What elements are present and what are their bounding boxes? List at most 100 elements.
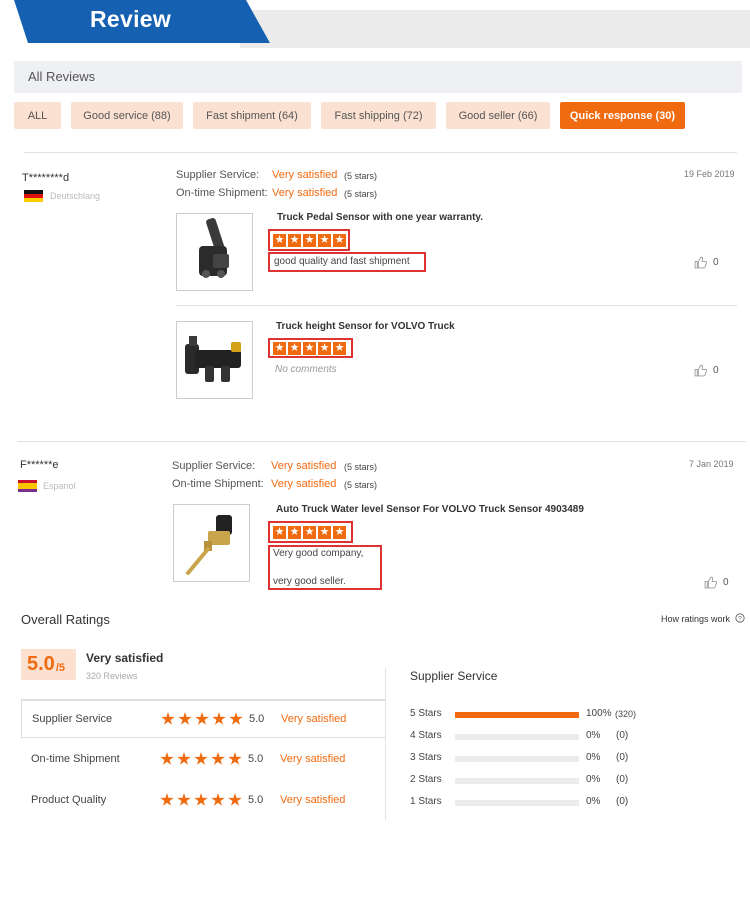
star-icon bbox=[229, 712, 243, 725]
rating-row-supplier-service: Supplier Service 5.0 Very satisfied bbox=[21, 700, 385, 738]
divider bbox=[24, 152, 737, 153]
breakdown-row-label: 2 Stars bbox=[410, 774, 442, 785]
product-title[interactable]: Auto Truck Water level Sensor For VOLVO … bbox=[276, 504, 584, 515]
like-button[interactable]: 0 bbox=[704, 576, 729, 589]
like-count: 0 bbox=[723, 577, 729, 588]
shipment-label: On-time Shipment: bbox=[176, 187, 268, 199]
header-band bbox=[240, 10, 750, 48]
overall-reviews-count: 320 Reviews bbox=[86, 671, 138, 681]
rating-row-on-time-shipment: On-time Shipment 5.0 Very satisfied bbox=[21, 741, 385, 779]
shipment-value: Very satisfied bbox=[272, 187, 338, 199]
star-icon: ★ bbox=[303, 526, 316, 539]
breakdown-bar-track bbox=[455, 800, 579, 806]
filter-chip-fast-shipment[interactable]: Fast shipment (64) bbox=[193, 102, 311, 129]
rating-row-text: Very satisfied bbox=[280, 794, 346, 806]
breakdown-row-count: (320) bbox=[615, 709, 637, 719]
star-icon bbox=[194, 793, 208, 806]
breakdown-row-2-stars: 2 Stars 0% (0) bbox=[410, 774, 740, 788]
how-ratings-work-link[interactable]: How ratings work ? bbox=[661, 613, 745, 624]
breakdown-row-5-stars: 5 Stars 100% (320) bbox=[410, 708, 740, 722]
star-icon: ★ bbox=[288, 526, 301, 539]
breakdown-row-1-stars: 1 Stars 0% (0) bbox=[410, 796, 740, 810]
star-icon bbox=[228, 752, 242, 765]
rating-row-stars bbox=[160, 752, 242, 766]
filter-chip-good-seller[interactable]: Good seller (66) bbox=[446, 102, 550, 129]
supplier-service-stars: (5 stars) bbox=[344, 462, 378, 472]
star-icon bbox=[211, 752, 225, 765]
star-icon bbox=[160, 793, 174, 806]
breakdown-row-count: (0) bbox=[616, 730, 629, 741]
breakdown-bar-track bbox=[455, 756, 579, 762]
star-icon: ★ bbox=[273, 342, 286, 355]
question-circle-icon: ? bbox=[734, 613, 745, 623]
breakdown-row-percent: 0% bbox=[586, 774, 601, 785]
product-title[interactable]: Truck Pedal Sensor with one year warrant… bbox=[277, 212, 483, 223]
overall-score: 5.0 bbox=[27, 653, 55, 675]
product-rating-stars: ★ ★ ★ ★ ★ bbox=[273, 526, 346, 539]
star-icon: ★ bbox=[288, 342, 301, 355]
rating-row-score: 5.0 bbox=[249, 713, 265, 725]
star-icon: ★ bbox=[333, 342, 346, 355]
breakdown-title: Supplier Service bbox=[410, 669, 498, 683]
breakdown-bar-track bbox=[455, 734, 579, 740]
overall-ratings-title: Overall Ratings bbox=[21, 612, 110, 627]
product-title[interactable]: Truck height Sensor for VOLVO Truck bbox=[276, 321, 455, 332]
all-reviews-bar: All Reviews bbox=[14, 61, 742, 93]
breakdown-bar-fill bbox=[455, 712, 579, 718]
reviewer-name: T********d bbox=[22, 172, 70, 184]
star-icon: ★ bbox=[318, 342, 331, 355]
column-separator bbox=[385, 668, 386, 820]
reviewer-country: Deutschlang bbox=[50, 191, 101, 201]
breakdown-row-label: 5 Stars bbox=[410, 708, 442, 719]
filter-chip-good-service[interactable]: Good service (88) bbox=[71, 102, 183, 129]
like-count: 0 bbox=[713, 365, 719, 376]
star-icon bbox=[194, 752, 208, 765]
flag-germany-icon bbox=[24, 190, 43, 202]
thumbs-up-icon bbox=[694, 256, 707, 269]
overall-score-badge: 5.0/5 bbox=[21, 649, 76, 680]
star-icon bbox=[178, 712, 192, 725]
review-comment-line-1: Very good company, bbox=[273, 548, 364, 559]
product-image-height-sensor[interactable] bbox=[176, 321, 253, 399]
breakdown-row-count: (0) bbox=[616, 796, 629, 807]
star-icon bbox=[177, 752, 191, 765]
supplier-service-label: Supplier Service: bbox=[176, 169, 260, 181]
star-icon bbox=[228, 793, 242, 806]
breakdown-row-label: 1 Stars bbox=[410, 796, 442, 807]
product-rating-stars: ★ ★ ★ ★ ★ bbox=[273, 234, 346, 247]
star-icon bbox=[211, 793, 225, 806]
thumbs-up-icon bbox=[694, 364, 707, 377]
review-date: 19 Feb 2019 bbox=[684, 169, 735, 179]
shipment-stars: (5 stars) bbox=[344, 189, 378, 199]
filter-chip-fast-shipping[interactable]: Fast shipping (72) bbox=[321, 102, 436, 129]
star-icon: ★ bbox=[288, 234, 301, 247]
like-button[interactable]: 0 bbox=[694, 256, 719, 269]
reviewer-country: Espanol bbox=[43, 481, 76, 491]
star-icon bbox=[160, 752, 174, 765]
overall-score-max: /5 bbox=[55, 661, 65, 674]
breakdown-row-3-stars: 3 Stars 0% (0) bbox=[410, 752, 740, 766]
supplier-service-value: Very satisfied bbox=[272, 169, 338, 181]
star-icon: ★ bbox=[303, 342, 316, 355]
rating-row-label: Product Quality bbox=[31, 794, 107, 806]
rating-row-score: 5.0 bbox=[248, 753, 264, 765]
product-image-pedal-sensor[interactable] bbox=[176, 213, 253, 291]
rating-row-stars bbox=[161, 712, 243, 726]
star-icon: ★ bbox=[333, 234, 346, 247]
star-icon: ★ bbox=[273, 526, 286, 539]
breakdown-row-label: 4 Stars bbox=[410, 730, 442, 741]
filter-chip-quick-response[interactable]: Quick response (30) bbox=[560, 102, 685, 129]
breakdown-row-label: 3 Stars bbox=[410, 752, 442, 763]
rating-row-stars bbox=[160, 793, 242, 807]
star-icon: ★ bbox=[333, 526, 346, 539]
shipment-label: On-time Shipment: bbox=[172, 478, 264, 490]
star-icon bbox=[177, 793, 191, 806]
supplier-service-stars: (5 stars) bbox=[344, 171, 378, 181]
filter-chip-all[interactable]: ALL bbox=[14, 102, 61, 129]
rating-row-label: On-time Shipment bbox=[31, 753, 120, 765]
breakdown-row-count: (0) bbox=[616, 774, 629, 785]
breakdown-bar-track bbox=[455, 712, 579, 718]
product-image-water-level-sensor[interactable] bbox=[173, 504, 250, 582]
like-button[interactable]: 0 bbox=[694, 364, 719, 377]
breakdown-row-percent: 0% bbox=[586, 752, 601, 763]
